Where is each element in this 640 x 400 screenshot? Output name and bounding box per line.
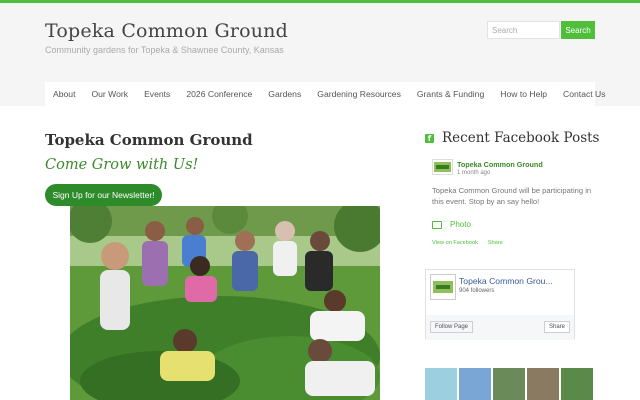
logo-icon <box>434 162 451 172</box>
page-followers: 904 followers <box>459 288 495 294</box>
nav-item-gardens[interactable]: Gardens <box>268 89 301 99</box>
follow-page-button[interactable]: Follow Page <box>430 321 474 333</box>
nav-item-grants-funding[interactable]: Grants & Funding <box>417 89 484 99</box>
site-tagline: Community gardens for Topeka & Shawnee C… <box>45 45 284 55</box>
nav-item-gardening-resources[interactable]: Gardening Resources <box>317 89 401 99</box>
search-button[interactable]: Search <box>561 21 595 39</box>
photo-icon <box>432 220 442 229</box>
garden-photo <box>70 206 380 400</box>
photo-thumb[interactable] <box>493 368 525 400</box>
search-input[interactable] <box>487 21 560 39</box>
post-author-name[interactable]: Topeka Common Ground <box>457 160 543 169</box>
photo-thumb[interactable] <box>527 368 559 400</box>
photo-thumb[interactable] <box>459 368 491 400</box>
main-content: Topeka Common Ground Come Grow with Us! … <box>0 106 640 400</box>
sidebar-title: f Recent Facebook Posts <box>425 130 599 146</box>
post-text: Topeka Common Ground will be participati… <box>432 186 592 206</box>
page-logo[interactable] <box>430 274 456 300</box>
logo-icon <box>433 281 453 293</box>
nav-item-our-work[interactable]: Our Work <box>91 89 128 99</box>
newsletter-signup-button[interactable]: Sign Up for our Newsletter! <box>45 184 162 206</box>
facebook-page-card: Topeka Common Grou... 904 followers Foll… <box>425 269 575 340</box>
main-nav: About Our Work Events 2026 Conference Ga… <box>45 82 606 106</box>
slogan: Come Grow with Us! <box>45 157 199 173</box>
photo-thumb[interactable] <box>425 368 457 400</box>
post-attachment[interactable]: Photo <box>432 220 471 229</box>
facebook-photo-strip <box>425 368 595 400</box>
site-title[interactable]: Topeka Common Ground <box>45 20 288 42</box>
nav-item-how-to-help[interactable]: How to Help <box>500 89 547 99</box>
page-share-label: Share <box>548 324 565 330</box>
page-name[interactable]: Topeka Common Grou... <box>459 276 553 286</box>
post-author-avatar[interactable] <box>432 159 453 175</box>
nav-item-about[interactable]: About <box>53 89 75 99</box>
separator-dot: · <box>481 240 484 246</box>
sidebar-title-text: Recent Facebook Posts <box>442 130 600 146</box>
page-title: Topeka Common Ground <box>45 131 253 149</box>
garden-photo-illustration <box>70 206 380 400</box>
post-actions: View on Facebook · Share <box>432 240 503 246</box>
page-share-button[interactable]: Share <box>543 321 570 333</box>
post-timestamp[interactable]: 1 month ago <box>457 170 490 176</box>
photo-thumb[interactable] <box>561 368 593 400</box>
nav-item-events[interactable]: Events <box>144 89 170 99</box>
facebook-icon: f <box>425 133 434 143</box>
nav-item-contact-us[interactable]: Contact Us <box>563 89 606 99</box>
view-on-facebook-link[interactable]: View on Facebook <box>432 240 478 246</box>
page-card-actions: Follow Page Share <box>426 315 574 340</box>
follow-page-label: Follow Page <box>435 324 469 330</box>
post-share-link[interactable]: Share <box>488 240 503 246</box>
nav-item-conference[interactable]: 2026 Conference <box>186 89 252 99</box>
post-attachment-label: Photo <box>450 220 471 229</box>
